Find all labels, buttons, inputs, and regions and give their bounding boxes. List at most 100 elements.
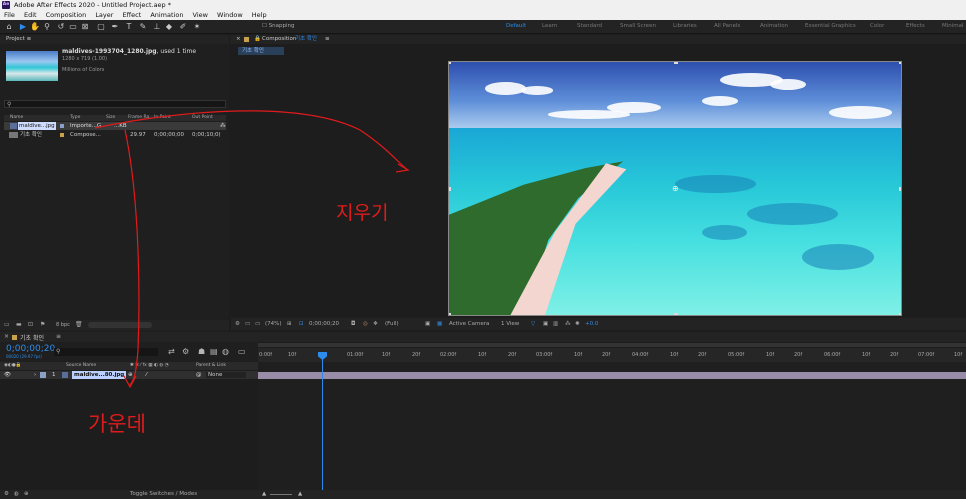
fit-icon[interactable]: ⊞ — [287, 318, 292, 330]
table-row[interactable]: 👁 › 1 maldive...80.jpg ⊕ ⁄ @ None — [0, 371, 258, 379]
puppet-tool-icon[interactable]: ✶ — [192, 22, 202, 32]
pen-tool-icon[interactable]: ✒ — [110, 22, 120, 32]
project-tab[interactable]: Project ≡ — [0, 35, 229, 44]
layer-duration-bar[interactable] — [258, 372, 966, 379]
channel-icon[interactable]: ◎ — [363, 318, 368, 330]
interpret-footage-icon[interactable]: ▭ — [4, 320, 10, 330]
panel-menu-icon[interactable]: ≡ — [56, 333, 61, 340]
transform-handle[interactable] — [449, 187, 451, 191]
workspace-color[interactable]: Color — [870, 23, 884, 29]
monitor-icon[interactable]: ▭ — [245, 318, 250, 330]
parent-pickwhip-icon[interactable]: @ — [196, 371, 202, 379]
quality-switch-icon[interactable]: ⁄ — [146, 371, 147, 379]
graph-editor-icon[interactable]: ▭ — [238, 347, 246, 356]
menu-window[interactable]: Window — [217, 11, 243, 19]
workspace-standard[interactable]: Standard — [577, 23, 602, 29]
layer-name[interactable]: maldive...80.jpg — [72, 371, 127, 379]
shy-icon[interactable]: ☗ — [198, 347, 205, 356]
switches-icon[interactable]: ✱ ✲ ⁄ fx ▦ ◐ ◍ ◔ — [130, 362, 169, 370]
transform-handle[interactable] — [674, 313, 678, 315]
zoom-tool-icon[interactable]: ⚲ — [42, 22, 52, 32]
table-row[interactable]: maldive...jpg Importe...G ...KB ⁂ — [4, 122, 226, 130]
shy-switch-icon[interactable]: ⊕ — [128, 371, 133, 379]
transparency-icon[interactable]: ▦ — [437, 318, 442, 330]
region-icon[interactable]: ▣ — [425, 318, 430, 330]
eraser-tool-icon[interactable]: ◆ — [164, 22, 174, 32]
row-name[interactable]: 기초 확인 — [20, 131, 42, 139]
work-area-bar[interactable] — [258, 343, 966, 347]
menu-effect[interactable]: Effect — [123, 11, 142, 19]
col-frame-rate[interactable]: Frame Ra... — [128, 115, 154, 121]
transfer-controls-icon[interactable]: ◍ — [14, 490, 19, 499]
label-color[interactable] — [60, 133, 64, 137]
lock-icon[interactable]: 🔒 — [254, 35, 261, 44]
parent-dropdown[interactable]: None — [206, 372, 246, 378]
expand-icon[interactable]: › — [34, 371, 36, 379]
col-name[interactable]: Name — [10, 115, 23, 121]
anchor-point-icon[interactable]: ⊕ — [672, 184, 679, 193]
menu-file[interactable]: File — [4, 11, 15, 19]
menu-help[interactable]: Help — [252, 11, 267, 19]
panel-menu-icon[interactable]: ≡ — [325, 35, 330, 44]
workspace-libraries[interactable]: Libraries — [673, 23, 697, 29]
col-type[interactable]: Type — [70, 115, 80, 121]
timeline-track-area[interactable] — [258, 362, 966, 490]
frame-blending-icon[interactable]: ▤ — [210, 347, 218, 356]
comp-mini-flowchart-icon[interactable]: ⇄ — [168, 347, 175, 356]
col-size[interactable]: Size — [106, 115, 115, 121]
type-tool-icon[interactable]: T — [124, 22, 134, 32]
fast-preview-icon[interactable]: ▣ — [543, 318, 548, 330]
close-icon[interactable]: × — [236, 35, 241, 44]
timeline-timecode[interactable]: 0;00;00;20 — [6, 344, 55, 354]
av-features-icon[interactable]: ◉◐●🔒 — [4, 362, 21, 370]
rectangle-tool-icon[interactable]: ▢ — [96, 22, 106, 32]
workspace-effects[interactable]: Effects — [906, 23, 925, 29]
zoom-in-icon[interactable]: ▲ — [298, 490, 302, 499]
row-name[interactable]: maldive...jpg — [18, 122, 56, 130]
zoom-out-icon[interactable]: ▲ — [262, 490, 266, 499]
grid-icon[interactable]: ⊡ — [299, 318, 304, 330]
snapping-checkbox[interactable]: ☐ Snapping — [262, 23, 295, 29]
clone-stamp-tool-icon[interactable]: ⊥ — [152, 22, 162, 32]
toggle-switches-modes[interactable]: Toggle Switches / Modes — [130, 490, 197, 499]
roto-brush-tool-icon[interactable]: ✐ — [178, 22, 188, 32]
close-icon[interactable]: × — [4, 333, 9, 340]
exposure-value[interactable]: +0.0 — [585, 318, 598, 330]
visibility-icon[interactable]: 👁 — [4, 371, 11, 379]
table-row[interactable]: 기초 확인 Compose... 29.97 0;00;00;00 0;00;1… — [4, 131, 226, 139]
zoom-dropdown[interactable]: (74%) — [265, 318, 282, 330]
label-color[interactable] — [40, 372, 46, 378]
col-parent-link[interactable]: Parent & Link — [196, 362, 226, 370]
selection-tool-icon[interactable]: ▶ — [18, 22, 28, 32]
in-out-icon[interactable]: ⊕ — [24, 490, 29, 499]
transform-handle[interactable] — [899, 313, 901, 315]
workspace-learn[interactable]: Learn — [542, 23, 557, 29]
timeline-search-input[interactable]: ⚲ — [54, 348, 158, 356]
time-ruler[interactable]: 0:00f 10f 20f 01:00f 10f 20f 02:00f 10f … — [258, 348, 966, 362]
home-icon[interactable]: ⌂ — [4, 22, 14, 32]
camera-dropdown[interactable]: Active Camera — [449, 318, 489, 330]
transform-handle[interactable] — [449, 313, 451, 315]
project-search-input[interactable]: ⚲ — [4, 100, 226, 108]
motion-blur-icon[interactable]: ◍ — [222, 347, 229, 356]
views-dropdown[interactable]: 1 View — [501, 318, 519, 330]
composition-subtab[interactable]: 기초 확인 — [238, 47, 284, 55]
menu-view[interactable]: View — [193, 11, 208, 19]
composition-tab-name[interactable]: 기초 확인 — [295, 35, 317, 44]
hand-tool-icon[interactable]: ✋ — [30, 22, 40, 32]
workspace-small-screen[interactable]: Small Screen — [620, 23, 656, 29]
timeline-icon[interactable]: ▥ — [553, 318, 558, 330]
col-in-point[interactable]: In Point — [154, 115, 171, 121]
transform-handle[interactable] — [449, 62, 451, 64]
col-out-point[interactable]: Out Point — [192, 115, 213, 121]
menu-edit[interactable]: Edit — [24, 11, 37, 19]
menu-composition[interactable]: Composition — [46, 11, 87, 19]
playhead-line[interactable] — [322, 352, 323, 490]
always-preview-icon[interactable]: ⚙ — [235, 318, 240, 330]
camera-tool-icon[interactable]: ▭ — [68, 22, 78, 32]
menu-animation[interactable]: Animation — [150, 11, 183, 19]
resolution-dropdown[interactable]: (Full) — [385, 318, 399, 330]
workspace-animation[interactable]: Animation — [760, 23, 788, 29]
transform-handle[interactable] — [899, 187, 901, 191]
exposure-icon[interactable]: ✺ — [575, 318, 580, 330]
